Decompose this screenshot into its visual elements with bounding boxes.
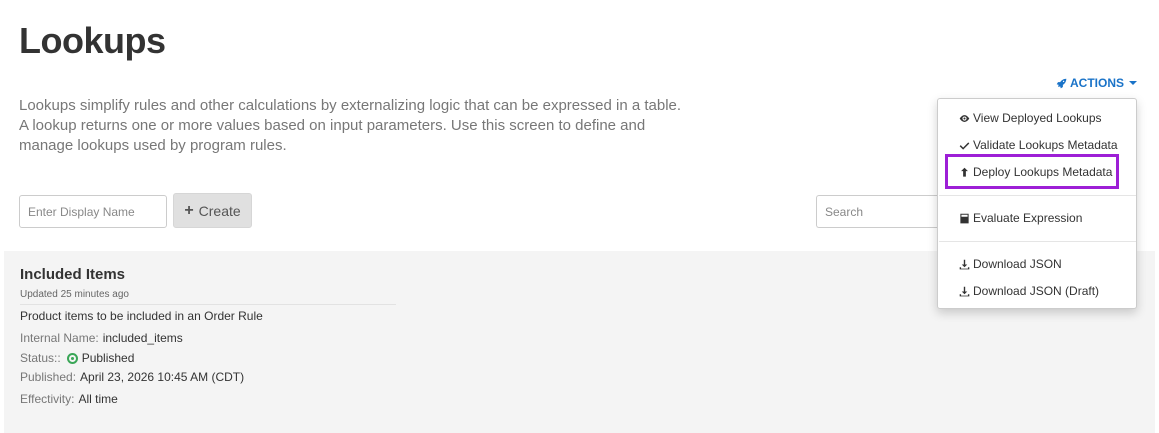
upload-arrow-icon	[958, 166, 970, 178]
menu-item-label: Deploy Lookups Metadata	[973, 165, 1113, 179]
published-status-icon	[66, 352, 78, 364]
rocket-icon	[1056, 78, 1067, 88]
menu-item-label: Download JSON	[973, 257, 1062, 271]
menu-item-validate-lookups-metadata[interactable]: Validate Lookups Metadata	[958, 138, 1118, 152]
published-value: April 23, 2026 10:45 AM (CDT)	[80, 370, 245, 384]
actions-label: ACTIONS	[1070, 76, 1124, 90]
display-name-input[interactable]	[19, 195, 167, 228]
menu-divider	[939, 241, 1136, 242]
page-title: Lookups	[19, 20, 166, 61]
status-label: Status::	[20, 351, 61, 365]
download-icon	[958, 285, 970, 297]
internal-name-row: Internal Name: included_items	[20, 331, 183, 345]
eye-icon	[958, 112, 970, 124]
published-label: Published:	[20, 370, 77, 384]
plus-icon: +	[184, 201, 194, 219]
internal-name-value: included_items	[102, 331, 183, 345]
create-button-label: Create	[198, 202, 241, 219]
menu-item-download-json-draft[interactable]: Download JSON (Draft)	[958, 284, 1099, 298]
menu-item-evaluate-expression[interactable]: Evaluate Expression	[958, 211, 1082, 225]
menu-item-label: Evaluate Expression	[973, 211, 1083, 225]
calculator-icon	[958, 212, 970, 224]
lookup-updated: Updated 25 minutes ago	[20, 289, 129, 300]
lookup-title[interactable]: Included Items	[20, 266, 125, 283]
menu-item-label: View Deployed Lookups	[973, 111, 1102, 125]
download-icon	[958, 258, 970, 270]
check-icon	[958, 139, 970, 151]
lookup-description: Product items to be included in an Order…	[20, 309, 263, 323]
page-description: Lookups simplify rules and other calcula…	[19, 97, 682, 154]
menu-divider	[939, 195, 1136, 196]
internal-name-label: Internal Name:	[20, 331, 99, 345]
menu-item-view-deployed-lookups[interactable]: View Deployed Lookups	[958, 111, 1102, 125]
actions-menu: View Deployed Lookups Validate Lookups M…	[937, 98, 1137, 309]
effectivity-value: All time	[78, 392, 118, 406]
effectivity-label: Effectivity:	[20, 392, 75, 406]
chevron-down-icon	[1129, 81, 1137, 85]
create-button[interactable]: + Create	[173, 193, 252, 228]
published-row: Published: April 23, 2026 10:45 AM (CDT)	[20, 370, 244, 384]
menu-item-label: Validate Lookups Metadata	[973, 138, 1118, 152]
actions-dropdown-button[interactable]: ACTIONS	[1056, 76, 1137, 90]
divider	[20, 304, 396, 305]
status-value: Published	[81, 351, 135, 365]
menu-item-download-json[interactable]: Download JSON	[958, 257, 1062, 271]
menu-item-label: Download JSON (Draft)	[973, 284, 1100, 298]
menu-item-deploy-lookups-metadata[interactable]: Deploy Lookups Metadata	[958, 165, 1112, 179]
status-row: Status:: Published	[20, 351, 134, 365]
effectivity-row: Effectivity: All time	[20, 392, 118, 406]
